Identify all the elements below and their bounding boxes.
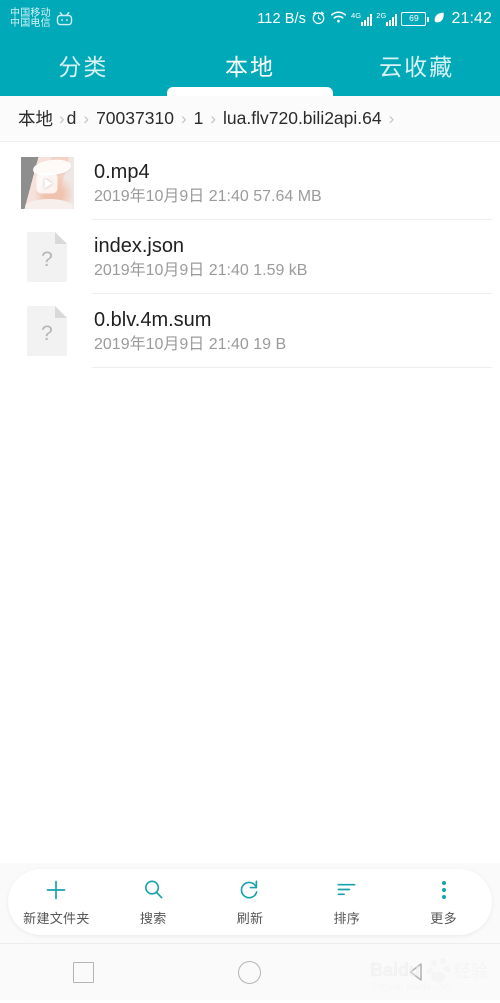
new-folder-button[interactable]: 新建文件夹 xyxy=(8,869,105,935)
table-row[interactable]: ? 0.blv.4m.sum 2019年10月9日 21:40 19 B xyxy=(0,294,500,368)
svg-text:经验: 经验 xyxy=(454,962,488,981)
carrier-secondary: 中国电信 xyxy=(10,18,51,29)
file-icon-wrapper: ? xyxy=(18,302,76,360)
battery-cap xyxy=(427,16,430,22)
battery-level: 69 xyxy=(401,12,427,26)
alarm-clock-icon xyxy=(311,10,326,29)
signal-4g-label: 4G xyxy=(351,11,362,20)
chevron-right-icon: › xyxy=(59,108,65,128)
status-bar-right: 112 B/s 4G 2G 69 21:42 xyxy=(257,10,492,29)
breadcrumb-item-local[interactable]: 本地 xyxy=(18,106,53,131)
status-bar: 中国移动 中国电信 112 B/s 4G 2G 69 21:42 xyxy=(0,0,500,38)
phone-screen: 中国移动 中国电信 112 B/s 4G 2G 69 21:42 分类 本地 云… xyxy=(0,0,500,1000)
file-meta: 2019年10月9日 21:40 57.64 MB xyxy=(94,187,322,205)
file-icon-wrapper xyxy=(18,154,76,212)
home-circle-icon[interactable] xyxy=(220,952,280,992)
tab-bar: 分类 本地 云收藏 xyxy=(0,38,500,96)
thumbnail-shoulder xyxy=(24,199,73,209)
network-speed: 112 B/s xyxy=(257,11,307,27)
question-mark-glyph: ? xyxy=(41,322,53,345)
table-row[interactable]: 0.mp4 2019年10月9日 21:40 57.64 MB xyxy=(0,146,500,220)
sort-label: 排序 xyxy=(333,910,361,926)
file-icon-wrapper: ? xyxy=(18,228,76,286)
refresh-button[interactable]: 刷新 xyxy=(202,869,299,935)
back-triangle-icon[interactable] xyxy=(387,952,447,992)
breadcrumb-item-70037310[interactable]: 70037310 xyxy=(96,108,174,129)
file-info: 0.blv.4m.sum 2019年10月9日 21:40 19 B xyxy=(94,309,286,354)
chevron-right-icon-3: › xyxy=(180,108,187,128)
play-icon xyxy=(36,172,58,194)
tab-cloud-favorites[interactable]: 云收藏 xyxy=(333,38,500,96)
file-name: 0.mp4 xyxy=(94,160,150,183)
search-icon xyxy=(142,878,165,902)
new-folder-label: 新建文件夹 xyxy=(23,910,90,926)
unknown-file-icon: ? xyxy=(27,232,67,282)
file-name: 0.blv.4m.sum xyxy=(94,308,212,331)
more-vertical-icon xyxy=(441,878,446,902)
search-label: 搜索 xyxy=(139,910,167,926)
chevron-right-icon-overflow: › xyxy=(388,108,395,128)
refresh-icon xyxy=(238,878,261,902)
breadcrumb-item-d[interactable]: d xyxy=(67,108,77,129)
file-name: index.json xyxy=(94,234,185,257)
plus-icon xyxy=(44,878,68,902)
signal-bars-icon xyxy=(361,14,373,26)
breadcrumb[interactable]: 本地 › d › 70037310 › 1 › lua.flv720.bili2… xyxy=(0,96,500,142)
chevron-right-icon-4: › xyxy=(210,108,217,128)
bottom-toolbar: 新建文件夹 搜索 刷新 排序 更多 xyxy=(8,869,492,935)
status-bar-left: 中国移动 中国电信 xyxy=(10,8,73,30)
file-info: 0.mp4 2019年10月9日 21:40 57.64 MB xyxy=(94,161,322,206)
status-time: 21:42 xyxy=(451,10,492,27)
file-info: index.json 2019年10月9日 21:40 1.59 kB xyxy=(94,235,307,280)
tab-category[interactable]: 分类 xyxy=(0,38,167,96)
question-mark-glyph: ? xyxy=(41,248,53,271)
signal-2g: 2G xyxy=(376,11,398,26)
battery-charging-leaf-icon xyxy=(433,11,446,28)
table-row[interactable]: ? index.json 2019年10月9日 21:40 1.59 kB xyxy=(0,220,500,294)
more-button[interactable]: 更多 xyxy=(395,869,492,935)
recents-square-icon[interactable] xyxy=(53,952,113,992)
signal-bars-icon-2 xyxy=(386,14,398,26)
bilibili-tv-icon xyxy=(56,12,73,26)
wifi-icon xyxy=(330,10,347,28)
sort-button[interactable]: 排序 xyxy=(298,869,395,935)
video-thumbnail-with-play-icon xyxy=(20,157,74,209)
bottom-toolbar-area: 新建文件夹 搜索 刷新 排序 更多 xyxy=(0,863,500,943)
battery-icon: 69 xyxy=(401,12,430,26)
file-list: 0.mp4 2019年10月9日 21:40 57.64 MB ? index.… xyxy=(0,142,500,863)
refresh-label: 刷新 xyxy=(236,910,264,926)
chevron-right-icon-2: › xyxy=(83,108,90,128)
breadcrumb-item-1[interactable]: 1 xyxy=(194,108,204,129)
signal-4g: 4G xyxy=(351,11,373,26)
signal-2g-label: 2G xyxy=(376,11,387,20)
breadcrumb-item-lua[interactable]: lua.flv720.bili2api.64 xyxy=(223,108,382,129)
carrier-labels: 中国移动 中国电信 xyxy=(10,8,51,30)
file-meta: 2019年10月9日 21:40 19 B xyxy=(94,335,287,353)
sort-icon xyxy=(335,878,358,902)
active-tab-indicator xyxy=(167,87,333,96)
unknown-file-icon: ? xyxy=(27,306,67,356)
more-label: 更多 xyxy=(430,910,457,926)
search-button[interactable]: 搜索 xyxy=(105,869,202,935)
android-nav-bar: Baidu 经验 jingyan.baidu.com xyxy=(0,943,500,1000)
file-meta: 2019年10月9日 21:40 1.59 kB xyxy=(94,261,308,279)
